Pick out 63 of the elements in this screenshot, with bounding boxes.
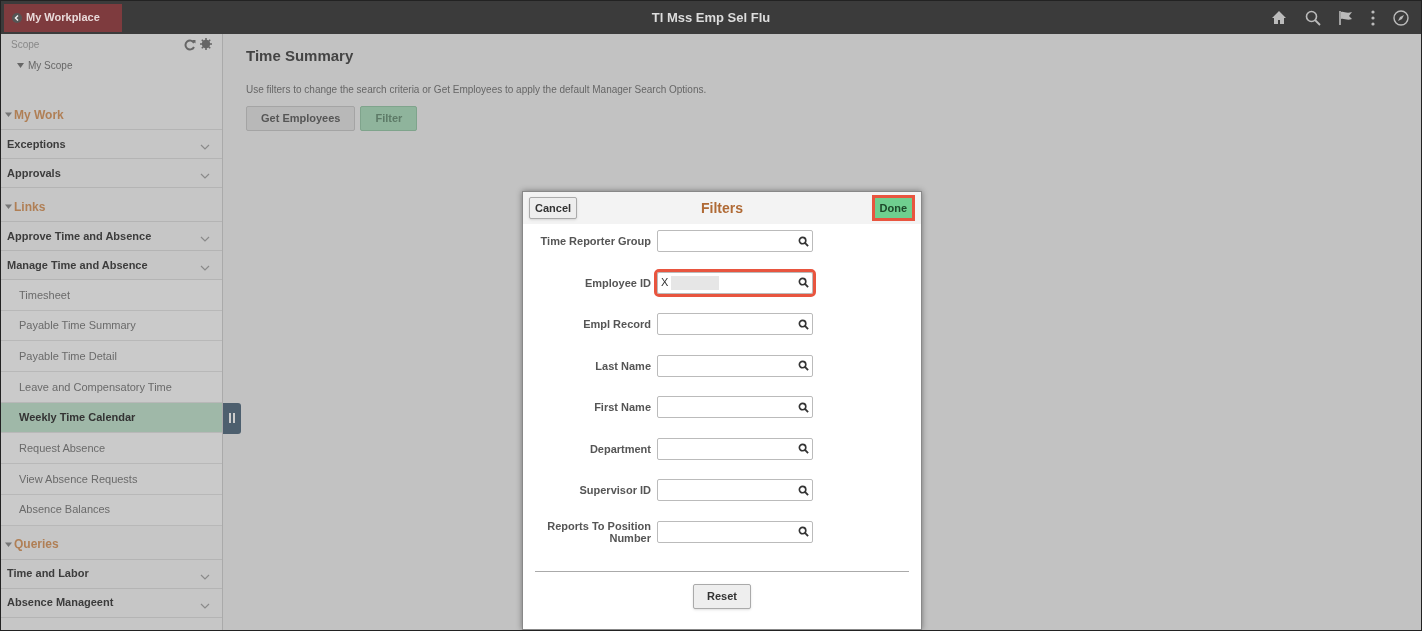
field-label: Department [588,442,651,455]
input-field[interactable] [657,437,813,460]
input-field[interactable] [657,396,813,418]
sidebar-link[interactable]: Payable Time Summary [1,310,222,342]
input-field[interactable] [657,520,813,543]
sidebar-link[interactable]: Payable Time Detail [1,341,222,373]
scope-label: Scope [11,38,40,52]
field-label: Supervisor ID [578,484,651,496]
chevron-down-icon [200,236,210,242]
search-icon[interactable] [798,526,809,537]
search-icon[interactable] [1305,9,1321,26]
field-label: Reports To Position Number [546,519,651,544]
search-icon[interactable] [798,443,809,454]
window-title: Tl Mss Emp Sel Flu [651,8,771,27]
search-icon[interactable] [798,277,809,288]
input-field[interactable] [657,313,813,335]
instructions-text: Use filters to change the search criteria or Get Employees to apply the default Manager Search Options. [246,82,708,97]
collapse-handle[interactable] [223,402,241,434]
get-employees-button[interactable]: Get Employees [246,105,356,131]
back-button[interactable]: My Workplace [4,3,122,32]
back-icon [12,12,22,23]
chevron-down-icon [200,173,210,179]
field-value: X [661,275,669,291]
search-icon[interactable] [798,318,809,330]
chevron-down-icon [200,573,210,580]
page-title: Time Summary [246,46,355,66]
sidebar-link[interactable]: Absence Balances [1,494,222,526]
field-label: First Name [593,401,651,413]
scope-item[interactable]: My Scope [28,58,73,73]
home-icon[interactable] [1271,10,1287,25]
chevron-down-icon [200,265,210,271]
expanded-triangle-icon [5,111,12,118]
more-icon[interactable] [1371,9,1375,26]
done-button[interactable]: Done [871,195,915,221]
cancel-button[interactable]: Cancel [529,197,578,219]
search-icon[interactable] [798,360,809,371]
field-label: Employee ID [583,276,651,289]
input-field[interactable]: X [657,271,813,294]
input-field[interactable] [657,479,813,501]
sidebar-link[interactable]: Timesheet [1,280,222,311]
sidebar-link[interactable]: Leave and Compensatory Time [1,372,222,403]
expand-triangle-icon[interactable] [17,63,24,68]
chevron-down-icon [200,144,210,150]
expanded-triangle-icon [5,203,12,210]
search-icon[interactable] [798,235,809,247]
field-label: Empl Record [582,318,651,330]
reset-button[interactable]: Reset [693,583,751,609]
refresh-icon[interactable] [184,39,196,51]
field-label: Last Name [594,359,651,372]
dialog-title: Filters [701,198,743,218]
field-label: Time Reporter Group [539,235,651,247]
input-field[interactable] [657,230,813,252]
chevron-down-icon [200,602,210,609]
sidebar-link[interactable]: View Absence Requests [1,464,222,495]
search-icon[interactable] [798,484,809,496]
search-icon[interactable] [798,401,809,413]
gear-icon[interactable] [200,38,212,50]
compass-icon[interactable] [1393,9,1409,26]
flag-icon[interactable] [1339,9,1353,26]
input-field[interactable] [657,354,813,377]
sidebar-link[interactable]: Request Absence [1,433,222,465]
expanded-triangle-icon [5,540,12,548]
filter-button[interactable]: Filter [360,105,418,131]
